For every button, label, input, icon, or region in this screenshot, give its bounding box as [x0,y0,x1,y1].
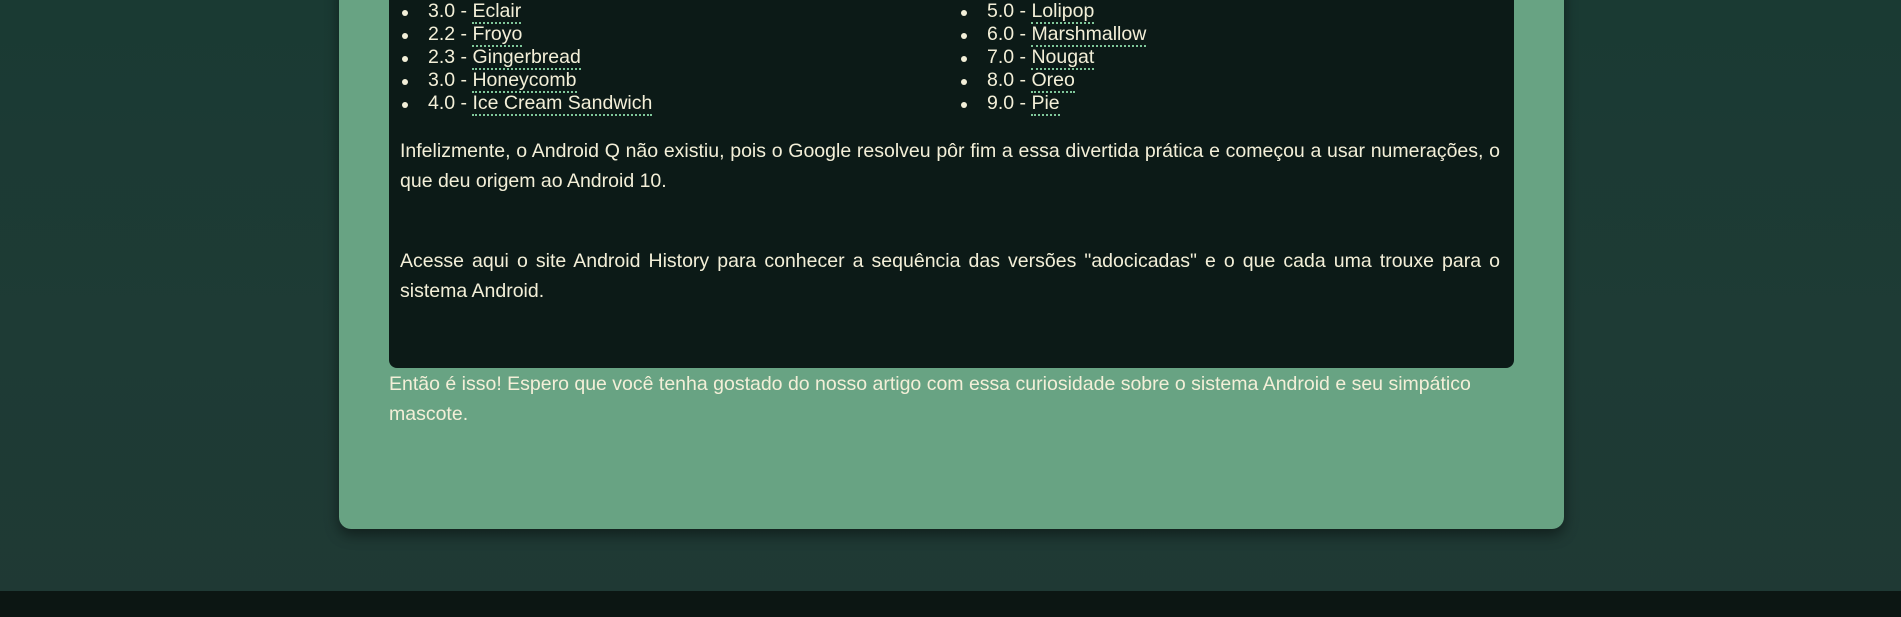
version-item: 4.0 - Ice Cream Sandwich [400,92,653,116]
version-name-link[interactable]: Pie [1031,92,1060,116]
version-name-link[interactable]: Marshmallow [1031,23,1147,47]
version-item: 5.0 - Lolipop [959,0,1146,24]
version-item: 9.0 - Pie [959,92,1146,116]
footer-bar [0,591,1901,617]
version-item: 6.0 - Marshmallow [959,23,1147,47]
version-number: 3.0 - [428,0,473,22]
article-card: 3.0 - Eclair 2.2 - Froyo 2.3 - Gingerbre… [339,0,1564,529]
versions-box: 3.0 - Eclair 2.2 - Froyo 2.3 - Gingerbre… [389,0,1514,368]
version-item: 3.0 - Eclair [400,0,652,24]
version-number: 7.0 - [987,46,1032,68]
version-name-link[interactable]: Oreo [1031,69,1075,93]
version-name-link[interactable]: Gingerbread [472,46,581,70]
version-name-link[interactable]: Eclair [472,0,522,24]
version-number: 4.0 - [428,92,473,114]
version-number: 5.0 - [987,0,1032,22]
version-number: 3.0 - [428,69,473,91]
versions-list-left: 3.0 - Eclair 2.2 - Froyo 2.3 - Gingerbre… [400,0,653,116]
versions-list-right: 5.0 - Lolipop 6.0 - Marshmallow 7.0 - No… [959,0,1147,116]
version-name-link[interactable]: Ice Cream Sandwich [472,92,653,116]
version-name-link[interactable]: Lolipop [1031,0,1095,24]
closing-paragraph: Então é isso! Espero que você tenha gost… [389,373,1471,425]
version-item: 2.3 - Gingerbread [400,46,652,70]
version-name-link[interactable]: Honeycomb [472,69,577,93]
version-number: 2.2 - [428,23,473,45]
version-item: 8.0 - Oreo [959,69,1146,93]
android-history-paragraph: Acesse aqui o site Android History para … [400,250,1500,302]
version-name-link[interactable]: Froyo [472,23,523,47]
version-number: 8.0 - [987,69,1032,91]
version-number: 2.3 - [428,46,473,68]
version-number: 9.0 - [987,92,1032,114]
version-number: 6.0 - [987,23,1032,45]
android-q-paragraph: Infelizmente, o Android Q não existiu, p… [400,140,1500,192]
version-name-link[interactable]: Nougat [1031,46,1095,70]
version-item: 3.0 - Honeycomb [400,69,652,93]
version-item: 2.2 - Froyo [400,23,652,47]
version-item: 7.0 - Nougat [959,46,1146,70]
